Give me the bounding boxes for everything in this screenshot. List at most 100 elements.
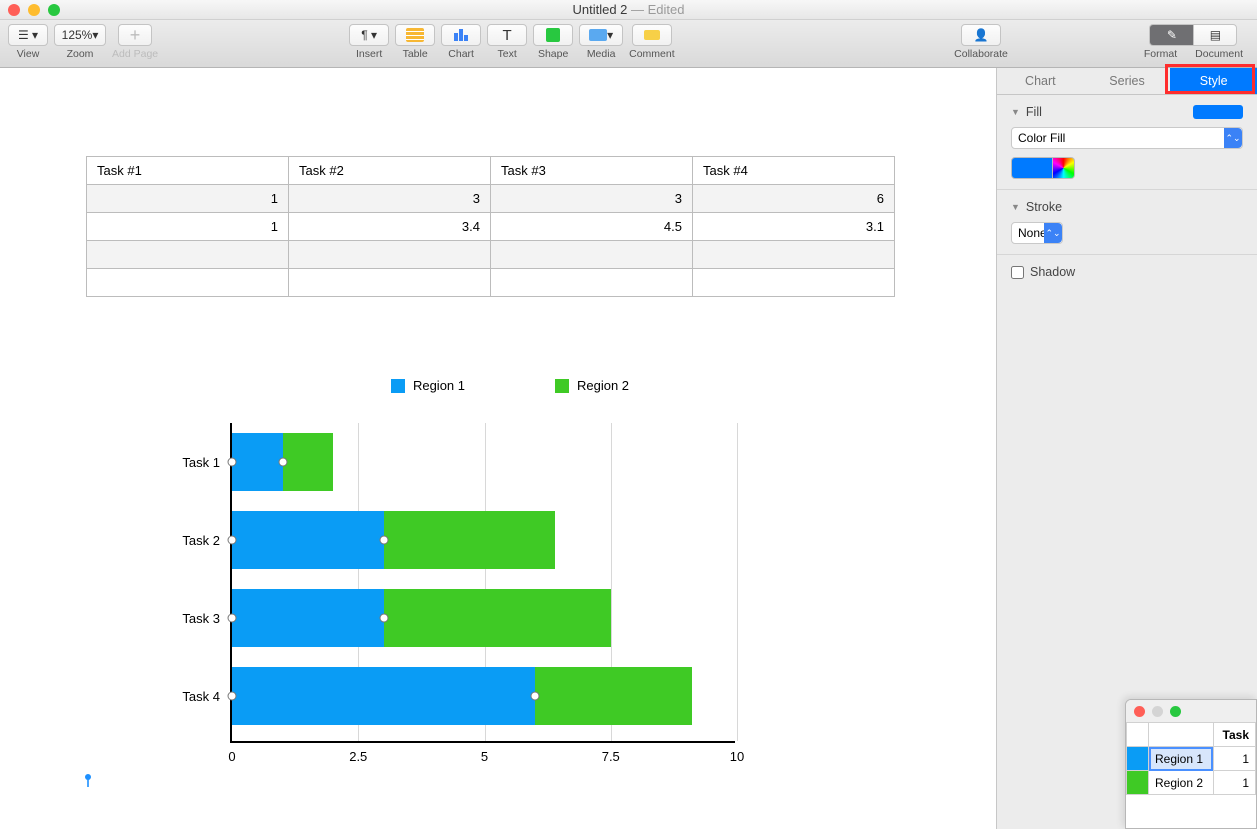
selection-handle[interactable] xyxy=(228,692,237,701)
table-header[interactable]: Task #3 xyxy=(491,157,693,185)
shadow-checkbox[interactable]: Shadow xyxy=(1011,265,1243,279)
table-cell[interactable]: 1 xyxy=(87,213,289,241)
zoom-window-button[interactable] xyxy=(48,4,60,16)
chart-data-window[interactable]: Task Region 1 1 Region 2 1 xyxy=(1125,699,1257,829)
tab-chart[interactable]: Chart xyxy=(997,68,1084,94)
bar-row[interactable]: Task 4 xyxy=(232,667,692,725)
bar-row[interactable]: Task 3 xyxy=(232,589,611,647)
bar-row[interactable]: Task 2 xyxy=(232,511,555,569)
shape-button[interactable] xyxy=(533,24,573,46)
table-cell[interactable] xyxy=(87,269,289,297)
series-color-swatch[interactable] xyxy=(1127,771,1149,795)
y-category-label: Task 3 xyxy=(182,611,220,626)
stroke-section: ▼Stroke None⌃⌄ xyxy=(997,190,1257,255)
bar-segment[interactable] xyxy=(232,433,283,491)
titlebar: Untitled 2 — Edited xyxy=(0,0,1257,20)
media-label: Media xyxy=(587,48,616,60)
shadow-checkbox-input[interactable] xyxy=(1011,266,1024,279)
table-cell[interactable]: 4.5 xyxy=(491,213,693,241)
chart-data-table[interactable]: Task Region 1 1 Region 2 1 xyxy=(1126,722,1256,795)
selection-handle[interactable] xyxy=(228,614,237,623)
table-cell[interactable] xyxy=(289,241,491,269)
data-column-header[interactable]: Task xyxy=(1213,723,1255,747)
data-value-cell[interactable]: 1 xyxy=(1213,747,1255,771)
bar-segment[interactable] xyxy=(232,589,384,647)
zoom-button[interactable]: 125% ▾ xyxy=(54,24,106,46)
fill-type-dropdown[interactable]: Color Fill⌃⌄ xyxy=(1011,127,1243,149)
table-cell[interactable]: 3 xyxy=(491,185,693,213)
table-header[interactable]: Task #4 xyxy=(693,157,895,185)
selection-handle[interactable] xyxy=(228,536,237,545)
minimize-window-button[interactable] xyxy=(1152,706,1163,717)
selection-handle[interactable] xyxy=(531,692,540,701)
table-cell[interactable] xyxy=(693,241,895,269)
table-cell[interactable] xyxy=(289,269,491,297)
data-window-titlebar[interactable] xyxy=(1126,700,1256,722)
selection-handle[interactable] xyxy=(379,614,388,623)
inspector-tabs: Chart Series Style xyxy=(997,68,1257,95)
bar-segment[interactable] xyxy=(283,433,334,491)
table-header[interactable]: Task #1 xyxy=(87,157,289,185)
bar-segment[interactable] xyxy=(384,511,556,569)
bar-segment[interactable] xyxy=(384,589,611,647)
table-cell[interactable] xyxy=(491,269,693,297)
toolbar: ☰ ▾ View 125% ▾ Zoom + Add Page ¶ ▾ Inse… xyxy=(0,20,1257,68)
table-cell[interactable] xyxy=(87,241,289,269)
chart[interactable]: Region 1 Region 2 02.557.510Task 1Task 2… xyxy=(230,378,790,743)
window-controls xyxy=(8,4,60,16)
tab-series[interactable]: Series xyxy=(1084,68,1171,94)
close-window-button[interactable] xyxy=(8,4,20,16)
x-tick-label: 2.5 xyxy=(349,749,367,764)
table-cell[interactable]: 3 xyxy=(289,185,491,213)
table-label: Table xyxy=(403,48,428,60)
table-header[interactable]: Task #2 xyxy=(289,157,491,185)
series-name-cell[interactable]: Region 2 xyxy=(1149,771,1214,795)
table-cell[interactable]: 3.1 xyxy=(693,213,895,241)
table-cell[interactable] xyxy=(693,269,895,297)
comment-button[interactable] xyxy=(632,24,672,46)
format-button[interactable]: ✎ xyxy=(1149,24,1193,46)
table-cell[interactable]: 6 xyxy=(693,185,895,213)
bar-segment[interactable] xyxy=(232,511,384,569)
bar-segment[interactable] xyxy=(232,667,535,725)
selection-handle[interactable] xyxy=(278,458,287,467)
series-name-cell[interactable]: Region 1 xyxy=(1149,747,1214,771)
selection-handle[interactable] xyxy=(379,536,388,545)
data-table[interactable]: Task #1 Task #2 Task #3 Task #4 1 3 3 6 … xyxy=(86,156,895,297)
comment-label: Comment xyxy=(629,48,675,60)
table-cell[interactable]: 3.4 xyxy=(289,213,491,241)
bar-segment[interactable] xyxy=(535,667,692,725)
document-button[interactable]: ▤ xyxy=(1193,24,1237,46)
collaborate-button[interactable]: 👤 xyxy=(961,24,1001,46)
minimize-window-button[interactable] xyxy=(28,4,40,16)
media-button[interactable]: ▾ xyxy=(579,24,623,46)
table-button[interactable] xyxy=(395,24,435,46)
color-wheel-icon[interactable] xyxy=(1053,157,1075,179)
y-category-label: Task 1 xyxy=(182,455,220,470)
series-color-swatch[interactable] xyxy=(1127,747,1149,771)
table-cell[interactable] xyxy=(491,241,693,269)
document-canvas[interactable]: Task #1 Task #2 Task #3 Task #4 1 3 3 6 … xyxy=(0,68,997,829)
text-button[interactable]: T xyxy=(487,24,527,46)
disclosure-triangle-icon[interactable]: ▼ xyxy=(1011,107,1020,117)
insert-button[interactable]: ¶ ▾ xyxy=(349,24,389,46)
selection-handle[interactable] xyxy=(228,458,237,467)
close-window-button[interactable] xyxy=(1134,706,1145,717)
add-page-button[interactable]: + xyxy=(118,24,152,46)
view-button[interactable]: ☰ ▾ xyxy=(8,24,48,46)
legend-label: Region 1 xyxy=(413,378,465,393)
zoom-label: Zoom xyxy=(67,48,94,60)
zoom-window-button[interactable] xyxy=(1170,706,1181,717)
brush-icon: ✎ xyxy=(1167,28,1177,42)
table-icon xyxy=(406,28,424,42)
fill-label: Fill xyxy=(1026,105,1042,119)
chart-button[interactable] xyxy=(441,24,481,46)
fill-color-well[interactable] xyxy=(1011,157,1243,179)
stroke-type-dropdown[interactable]: None⌃⌄ xyxy=(1011,222,1063,244)
disclosure-triangle-icon[interactable]: ▼ xyxy=(1011,202,1020,212)
table-cell[interactable]: 1 xyxy=(87,185,289,213)
text-cursor-marker xyxy=(84,774,92,788)
tab-style[interactable]: Style xyxy=(1170,68,1257,94)
data-value-cell[interactable]: 1 xyxy=(1213,771,1255,795)
fill-color-swatch[interactable] xyxy=(1011,157,1053,179)
